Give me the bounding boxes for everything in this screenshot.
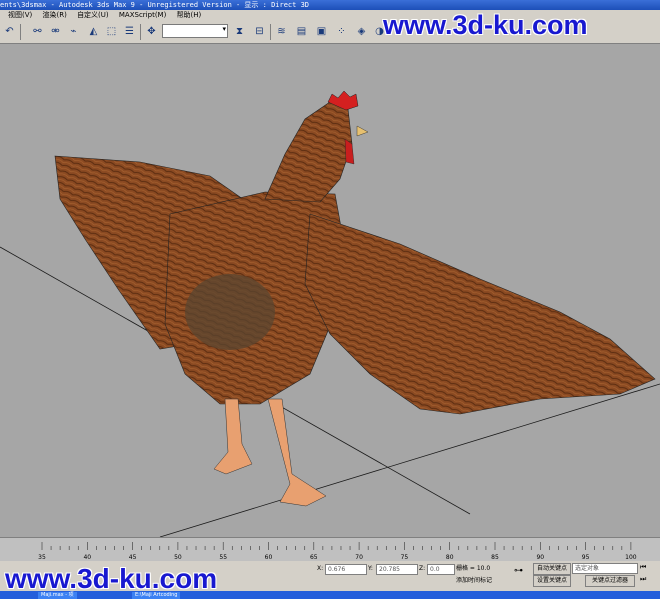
x-coordinate-field[interactable]: 0.676 — [325, 564, 367, 575]
menu-render[interactable]: 渲染(R) — [43, 11, 67, 19]
mirror-icon[interactable]: ⧗ — [232, 24, 247, 39]
ruler-tick-label: 100 — [625, 554, 637, 561]
watermark-bottom: www.3d-ku.com — [5, 563, 218, 594]
schematic-icon[interactable]: ▣ — [314, 24, 329, 39]
ruler-tick-label: 70 — [355, 554, 363, 561]
move-icon[interactable]: ✥ — [144, 24, 159, 39]
menu-view[interactable]: 视图(V) — [8, 11, 32, 19]
ruler-tick-label: 90 — [536, 554, 544, 561]
chevron-down-icon: ▾ — [222, 25, 226, 33]
align-icon[interactable]: ⊟ — [252, 24, 267, 39]
ruler-tick-label: 40 — [83, 554, 91, 561]
link-icon[interactable]: ⚯ — [30, 24, 45, 39]
y-label: Y: — [368, 565, 373, 572]
z-coordinate-field[interactable]: 0.0 — [427, 564, 455, 575]
material-editor-icon[interactable]: ⁘ — [334, 24, 349, 39]
x-label: X: — [317, 565, 324, 572]
y-coordinate-field[interactable]: 20.785 — [376, 564, 418, 575]
ruler-tick-label: 35 — [38, 554, 46, 561]
key-icon[interactable]: ⊶ — [514, 567, 523, 576]
goto-end-icon[interactable]: ⏭ — [640, 575, 646, 584]
perspective-viewport[interactable] — [0, 44, 660, 537]
select-icon[interactable]: ◭ — [86, 24, 101, 39]
grid-size-label: 栅格 = 10.0 — [456, 565, 491, 572]
ruler-tick-label: 95 — [582, 554, 590, 561]
auto-key-button[interactable]: 自动关键点 — [533, 563, 571, 575]
add-time-tag[interactable]: 添加时间标记 — [456, 576, 492, 585]
ruler-tick-label: 50 — [174, 554, 182, 561]
menu-help[interactable]: 帮助(H) — [177, 11, 202, 19]
timeline-ruler[interactable]: 35 40 45 50 55 60 65 70 75 80 85 90 95 100 — [0, 537, 660, 563]
ruler-tick-label: 85 — [491, 554, 499, 561]
unlink-icon[interactable]: ⚮ — [48, 24, 63, 39]
ruler-tick-label: 80 — [446, 554, 454, 561]
curve-editor-icon[interactable]: ▤ — [294, 24, 309, 39]
menu-maxscript[interactable]: MAXScript(M) — [119, 11, 166, 19]
ruler-tick-label: 60 — [265, 554, 273, 561]
selected-object-dropdown[interactable]: 选定对象 — [572, 563, 638, 574]
z-label: Z: — [419, 565, 426, 572]
undo-icon[interactable]: ↶ — [2, 24, 17, 39]
ruler-tick-label: 45 — [129, 554, 137, 561]
render-setup-icon[interactable]: ◈ — [354, 24, 369, 39]
ruler-tick-label: 55 — [219, 554, 227, 561]
window-title: ents\3dsmax - Autodesk 3ds Max 9 - Unreg… — [0, 1, 310, 9]
key-filters-button[interactable]: 关键点过滤器 — [585, 575, 635, 587]
ruler-tick-label: 65 — [310, 554, 318, 561]
title-bar: ents\3dsmax - Autodesk 3ds Max 9 - Unreg… — [0, 0, 660, 10]
hen-breast — [185, 274, 275, 350]
bind-icon[interactable]: ⌁ — [66, 24, 81, 39]
selection-set-dropdown[interactable]: ▾ — [162, 24, 228, 38]
set-key-button[interactable]: 设置关键点 — [533, 575, 571, 587]
watermark-top: www.3d-ku.com — [383, 10, 588, 40]
menu-customize[interactable]: 自定义(U) — [77, 11, 109, 19]
select-region-icon[interactable]: ⬚ — [104, 24, 119, 39]
ruler-ticks: 35 40 45 50 55 60 65 70 75 80 85 90 95 100 — [38, 542, 637, 561]
layer-icon[interactable]: ≋ — [274, 24, 289, 39]
select-by-name-icon[interactable]: ☰ — [122, 24, 137, 39]
ruler-tick-label: 75 — [401, 554, 409, 561]
goto-start-icon[interactable]: ⏮ — [640, 563, 646, 572]
